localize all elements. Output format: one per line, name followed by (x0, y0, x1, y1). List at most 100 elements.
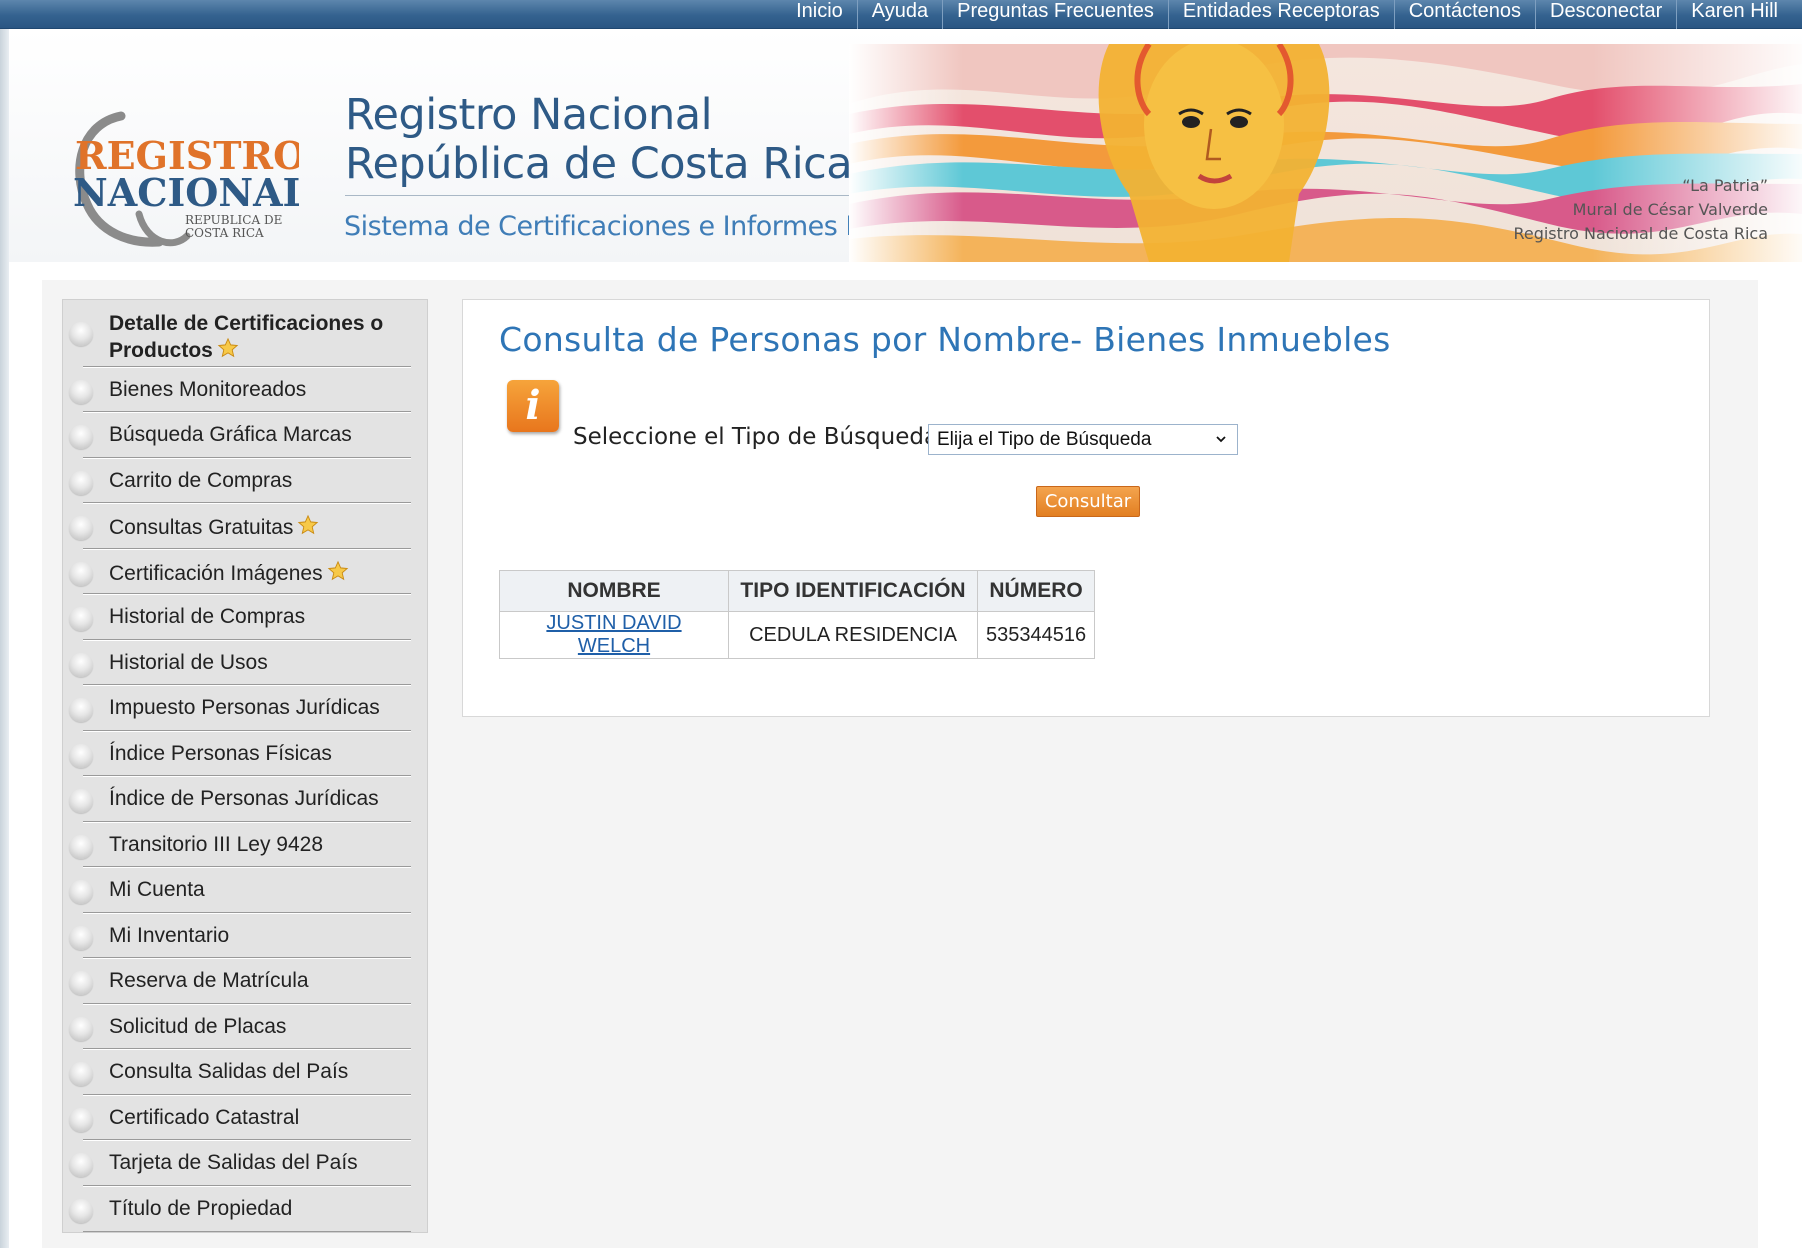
sidebar-item-titulo-propiedad[interactable]: Título de Propiedad (63, 1187, 427, 1232)
sidebar-item-label: Historial de Compras (109, 605, 306, 628)
nav-desconectar-link[interactable]: Desconectar (1535, 0, 1676, 29)
column-header-tipo-identificacion: TIPO IDENTIFICACIÓN (728, 570, 978, 612)
nav-ayuda-link[interactable]: Ayuda (856, 0, 942, 29)
chevron-down-icon (1216, 436, 1226, 443)
star-icon (217, 337, 239, 358)
sidebar-item-label: Reserva de Matrícula (109, 969, 309, 992)
sidebar-item-historial-usos[interactable]: Historial de Usos (63, 641, 427, 686)
info-icon[interactable]: i (507, 380, 559, 432)
sidebar-item-label: Detalle de Certificaciones o Productos (109, 312, 384, 362)
logo-text-line4: COSTA RICA (185, 226, 264, 240)
bullet-icon (69, 1153, 93, 1177)
table-header-row: NOMBRE TIPO IDENTIFICACIÓN NÚMERO (499, 570, 1096, 612)
bullet-icon (69, 471, 93, 495)
bullet-icon (69, 835, 93, 859)
registro-nacional-logo: REGISTRO NACIONAL REPUBLICA DE COSTA RIC… (73, 111, 299, 247)
bullet-icon (69, 1108, 93, 1132)
sidebar-item-certificado-catastral[interactable]: Certificado Catastral (63, 1096, 427, 1141)
sidebar-item-certificacion-imagenes[interactable]: Certificación Imágenes (63, 550, 427, 595)
star-icon (327, 560, 348, 581)
bullet-icon (69, 1017, 93, 1041)
search-type-select[interactable]: Elija el Tipo de Búsqueda (928, 424, 1238, 455)
page-title: Consulta de Personas por Nombre- Bienes … (499, 320, 1391, 359)
sidebar-item-label: Título de Propiedad (109, 1197, 293, 1220)
mural-credit: “La Patria” Mural de César Valverde Regi… (1513, 174, 1768, 246)
sidebar-item-label: Índice Personas Físicas (109, 742, 332, 765)
credit-line3: Registro Nacional de Costa Rica (1513, 224, 1768, 243)
bullet-icon (69, 562, 93, 586)
title-divider (345, 195, 865, 196)
sidebar-item-tarjeta-salidas-pais[interactable]: Tarjeta de Salidas del País (63, 1141, 427, 1187)
sidebar-item-mi-cuenta[interactable]: Mi Cuenta (63, 868, 427, 914)
nav-entidades-receptoras-link[interactable]: Entidades Receptoras (1167, 0, 1394, 29)
sidebar-item-indice-personas-juridicas[interactable]: Índice de Personas Jurídicas (63, 777, 427, 823)
left-accent-strip (0, 0, 9, 1248)
header-banner: REGISTRO NACIONAL REPUBLICA DE COSTA RIC… (9, 29, 1802, 262)
bullet-icon (69, 744, 93, 768)
sidebar-item-label: Búsqueda Gráfica Marcas (109, 423, 352, 446)
results-table: NOMBRE TIPO IDENTIFICACIÓN NÚMERO JUSTIN… (499, 570, 1096, 659)
sidebar-item-solicitud-placas[interactable]: Solicitud de Placas (63, 1005, 427, 1050)
bullet-icon (69, 698, 93, 722)
star-icon (298, 514, 319, 535)
nav-inicio-link[interactable]: Inicio (782, 0, 857, 29)
consultar-button[interactable]: Consultar (1036, 486, 1140, 517)
site-title-line2: República de Costa Rica (345, 139, 853, 189)
nav-user-name-link[interactable]: Karen Hill (1676, 0, 1792, 29)
bullet-icon (69, 971, 93, 995)
table-row: JUSTIN DAVID WELCH CEDULA RESIDENCIA 535… (499, 611, 1096, 659)
sidebar-item-label: Mi Inventario (109, 924, 230, 947)
table-cell-numero: 535344516 (976, 611, 1096, 659)
top-nav-bar: Inicio Ayuda Preguntas Frecuentes Entida… (0, 0, 1802, 29)
logo-text-line2: NACIONAL (73, 170, 299, 215)
sidebar-item-consultas-gratuitas[interactable]: Consultas Gratuitas (63, 504, 427, 550)
site-title: Registro Nacional República de Costa Ric… (345, 90, 853, 189)
sidebar-menu: Detalle de Certificaciones o Productos B… (62, 299, 428, 1233)
credit-line1: “La Patria” (1682, 176, 1768, 195)
sidebar-item-busqueda-grafica-marcas[interactable]: Búsqueda Gráfica Marcas (63, 413, 427, 459)
column-header-nombre: NOMBRE (499, 570, 729, 612)
table-cell-nombre: JUSTIN DAVID WELCH (499, 611, 729, 659)
nav-preguntas-frecuentes-link[interactable]: Preguntas Frecuentes (942, 0, 1168, 29)
sidebar-item-label: Consulta Salidas del País (109, 1060, 349, 1083)
sidebar-item-bienes-monitoreados[interactable]: Bienes Monitoreados (63, 368, 427, 413)
sidebar-item-label: Índice de Personas Jurídicas (109, 787, 379, 810)
bullet-icon (69, 789, 93, 813)
sidebar-item-impuesto-personas-juridicas[interactable]: Impuesto Personas Jurídicas (63, 686, 427, 732)
bullet-icon (69, 880, 93, 904)
table-cell-tipo-identificacion: CEDULA RESIDENCIA (728, 611, 978, 659)
bullet-icon (69, 1199, 93, 1223)
bullet-icon (69, 607, 93, 631)
sidebar-item-consulta-salidas-pais[interactable]: Consulta Salidas del País (63, 1050, 427, 1096)
top-nav: Inicio Ayuda Preguntas Frecuentes Entida… (782, 0, 1792, 29)
sidebar-item-label: Historial de Usos (109, 651, 268, 674)
sidebar-item-label: Mi Cuenta (109, 878, 205, 901)
sidebar-item-transitorio-ley[interactable]: Transitorio III Ley 9428 (63, 823, 427, 868)
sidebar-item-historial-compras[interactable]: Historial de Compras (63, 595, 427, 641)
bullet-icon (69, 516, 93, 540)
sidebar-separator (83, 1231, 411, 1232)
bullet-icon (69, 1062, 93, 1086)
person-name-link[interactable]: JUSTIN DAVID WELCH (546, 612, 681, 657)
sidebar-item-label: Impuesto Personas Jurídicas (109, 696, 380, 719)
sidebar-item-indice-personas-fisicas[interactable]: Índice Personas Físicas (63, 732, 427, 777)
credit-line2: Mural de César Valverde (1572, 200, 1768, 219)
column-header-numero: NÚMERO (976, 570, 1096, 612)
logo-text-line3: REPUBLICA DE (185, 213, 282, 227)
sidebar-item-mi-inventario[interactable]: Mi Inventario (63, 914, 427, 959)
nav-contactenos-link[interactable]: Contáctenos (1393, 0, 1535, 29)
sidebar-item-label: Certificado Catastral (109, 1106, 300, 1129)
site-title-line1: Registro Nacional (345, 90, 713, 140)
bullet-icon (69, 425, 93, 449)
sidebar-item-carrito-compras[interactable]: Carrito de Compras (63, 459, 427, 504)
sidebar-item-label: Tarjeta de Salidas del País (109, 1151, 358, 1174)
sidebar-item-label: Solicitud de Placas (109, 1015, 287, 1038)
bullet-icon (69, 653, 93, 677)
sidebar-item-reserva-matricula[interactable]: Reserva de Matrícula (63, 959, 427, 1005)
sidebar-item-label: Carrito de Compras (109, 469, 293, 492)
sidebar-item-detalle-certificaciones[interactable]: Detalle de Certificaciones o Productos (63, 300, 427, 368)
bullet-icon (69, 322, 93, 346)
search-type-select-value: Elija el Tipo de Búsqueda (937, 429, 1152, 450)
main-panel: Consulta de Personas por Nombre- Bienes … (462, 299, 1710, 717)
bullet-icon (69, 926, 93, 950)
